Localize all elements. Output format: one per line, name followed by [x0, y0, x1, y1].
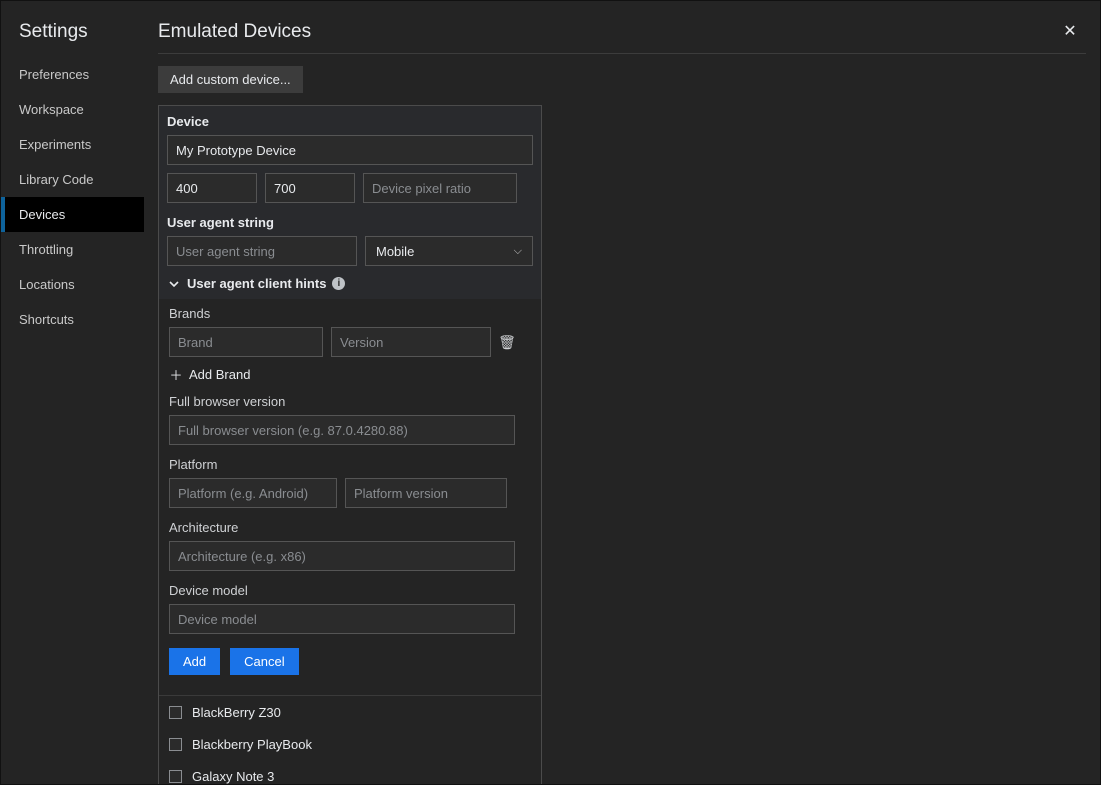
- brand-input[interactable]: [169, 327, 323, 357]
- device-dpr-input[interactable]: [363, 173, 517, 203]
- sidebar-item-label: Experiments: [19, 137, 91, 152]
- page-title: Emulated Devices: [158, 21, 311, 53]
- cancel-button[interactable]: Cancel: [230, 648, 298, 675]
- trash-icon[interactable]: 🗑: [499, 334, 515, 351]
- checkbox[interactable]: [169, 738, 182, 751]
- device-width-input[interactable]: [167, 173, 257, 203]
- sidebar: Settings Preferences Workspace Experimen…: [1, 1, 144, 784]
- device-model-input[interactable]: [169, 604, 515, 634]
- device-model-label: Device model: [169, 571, 531, 604]
- sidebar-item-library-code[interactable]: Library Code: [1, 162, 144, 197]
- device-list-label: Galaxy Note 3: [192, 769, 274, 784]
- platform-label: Platform: [169, 445, 531, 478]
- sidebar-item-label: Throttling: [19, 242, 73, 257]
- sidebar-item-shortcuts[interactable]: Shortcuts: [1, 302, 144, 337]
- add-brand-button[interactable]: ＋ Add Brand: [169, 357, 531, 388]
- ua-type-value: Mobile: [376, 244, 414, 259]
- checkbox[interactable]: [169, 770, 182, 783]
- divider: [158, 53, 1086, 54]
- sidebar-title: Settings: [1, 21, 144, 57]
- sidebar-item-throttling[interactable]: Throttling: [1, 232, 144, 267]
- ua-string-input[interactable]: [167, 236, 357, 266]
- architecture-input[interactable]: [169, 541, 515, 571]
- device-list-item[interactable]: BlackBerry Z30: [159, 696, 541, 728]
- add-custom-device-button[interactable]: Add custom device...: [158, 66, 303, 93]
- add-button[interactable]: Add: [169, 648, 220, 675]
- full-browser-version-input[interactable]: [169, 415, 515, 445]
- device-list-label: Blackberry PlayBook: [192, 737, 312, 752]
- device-editor-card: Device User agent string Mobile ⌵: [158, 105, 542, 784]
- sidebar-item-locations[interactable]: Locations: [1, 267, 144, 302]
- close-icon[interactable]: ✕: [1060, 21, 1080, 41]
- ua-client-hints-label: User agent client hints: [187, 276, 326, 291]
- ua-client-hints-body: Brands 🗑 ＋ Add Brand Full browser versio…: [159, 299, 541, 695]
- sidebar-item-workspace[interactable]: Workspace: [1, 92, 144, 127]
- device-height-input[interactable]: [265, 173, 355, 203]
- brand-version-input[interactable]: [331, 327, 491, 357]
- sidebar-item-experiments[interactable]: Experiments: [1, 127, 144, 162]
- sidebar-item-devices[interactable]: Devices: [1, 197, 144, 232]
- sidebar-item-label: Library Code: [19, 172, 93, 187]
- sidebar-item-label: Shortcuts: [19, 312, 74, 327]
- plus-icon: ＋: [169, 365, 183, 384]
- platform-input[interactable]: [169, 478, 337, 508]
- device-list-label: BlackBerry Z30: [192, 705, 281, 720]
- ua-client-hints-toggle[interactable]: User agent client hints i: [167, 266, 533, 295]
- checkbox[interactable]: [169, 706, 182, 719]
- sidebar-item-label: Workspace: [19, 102, 84, 117]
- full-browser-label: Full browser version: [169, 388, 531, 415]
- device-list: BlackBerry Z30 Blackberry PlayBook Galax…: [159, 695, 541, 784]
- main-panel: Emulated Devices ✕ Add custom device... …: [144, 1, 1100, 784]
- info-icon[interactable]: i: [332, 277, 345, 290]
- add-brand-label: Add Brand: [189, 367, 250, 382]
- platform-version-input[interactable]: [345, 478, 507, 508]
- sidebar-item-label: Devices: [19, 207, 65, 222]
- device-section-label: Device: [167, 114, 533, 135]
- device-name-input[interactable]: [167, 135, 533, 165]
- architecture-label: Architecture: [169, 508, 531, 541]
- sidebar-item-preferences[interactable]: Preferences: [1, 57, 144, 92]
- ua-section-label: User agent string: [167, 203, 533, 236]
- device-list-item[interactable]: Galaxy Note 3: [159, 760, 541, 784]
- ua-type-select[interactable]: Mobile ⌵: [365, 236, 533, 266]
- brands-label: Brands: [169, 306, 531, 327]
- chevron-down-icon: [167, 277, 181, 291]
- device-list-item[interactable]: Blackberry PlayBook: [159, 728, 541, 760]
- chevron-down-icon: ⌵: [514, 245, 522, 258]
- sidebar-item-label: Preferences: [19, 67, 89, 82]
- sidebar-item-label: Locations: [19, 277, 75, 292]
